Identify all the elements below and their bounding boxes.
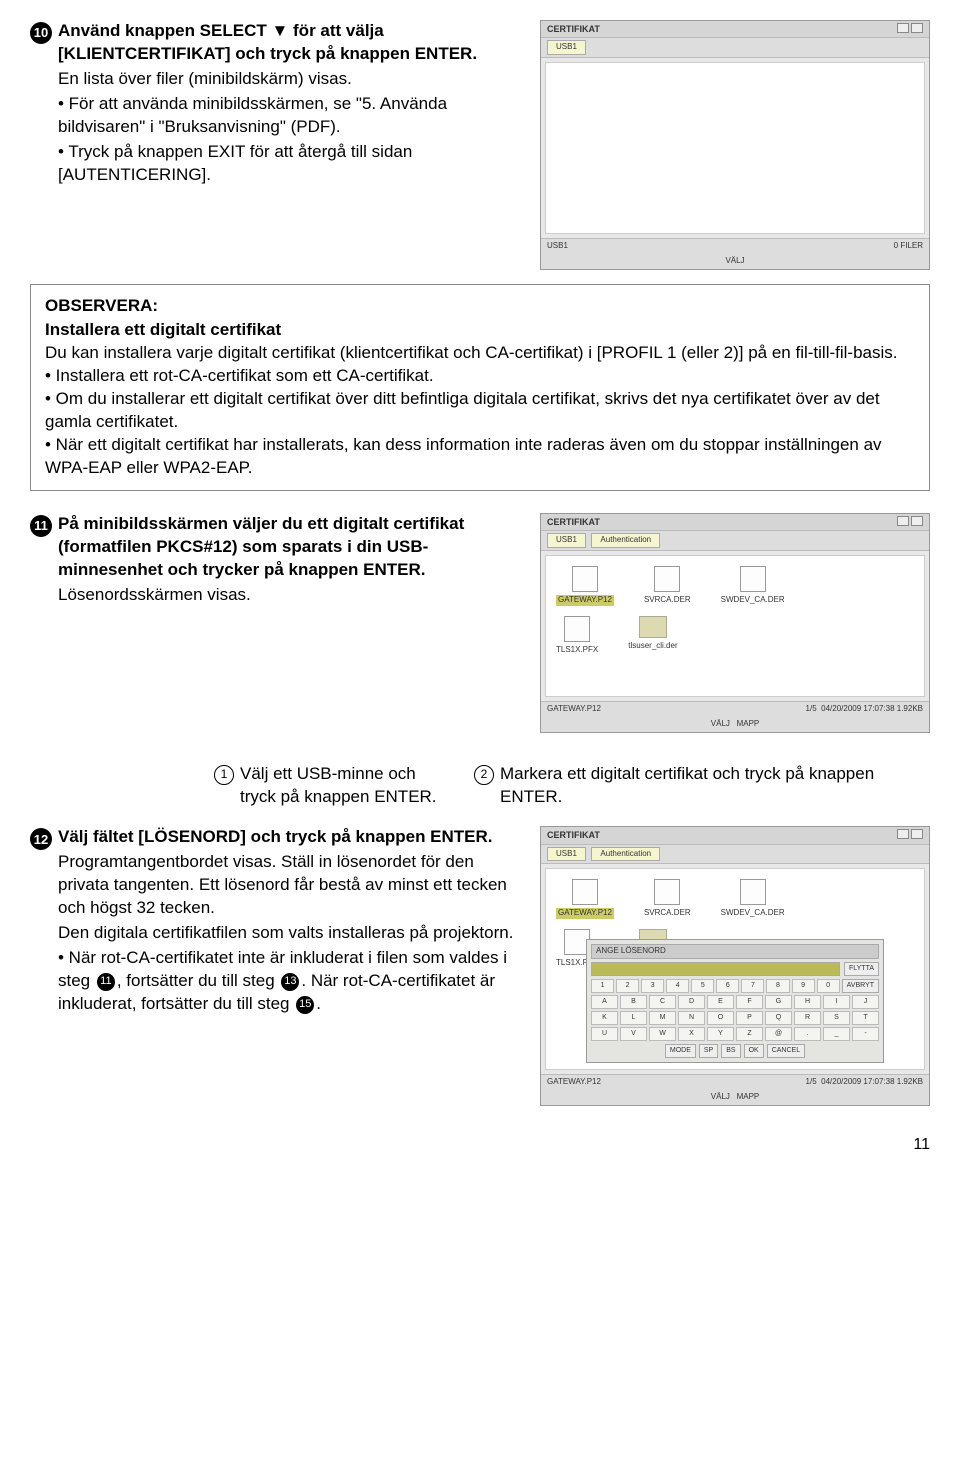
- bar-left-2: GATEWAY.P12: [547, 1077, 601, 1088]
- status-valj-2: VÄLJ: [711, 719, 730, 728]
- step-10-main: Använd knappen SELECT ▼ för att välja [K…: [58, 20, 520, 66]
- kbd-mode: MODE: [665, 1044, 696, 1057]
- bar-mid: 1/5: [806, 704, 817, 713]
- status-right: 0 FILER: [894, 241, 923, 252]
- window-title-3: CERTIFIKAT: [547, 829, 600, 841]
- step-11-sub: Lösenordsskärmen visas.: [58, 584, 520, 607]
- file-svrca: SVRCA.DER: [644, 566, 691, 606]
- caption-1-text: Välj ett USB-minne och tryck på knappen …: [240, 763, 444, 809]
- note-p1: Du kan installera varje digitalt certifi…: [45, 342, 915, 365]
- onscreen-keyboard: ANGE LÖSENORD FLYTTA 1234567890AVBRYT AB…: [586, 939, 884, 1062]
- kbd-sp: SP: [699, 1044, 718, 1057]
- note-title: OBSERVERA:: [45, 295, 915, 318]
- keyboard-title: ANGE LÖSENORD: [591, 944, 879, 959]
- step-number-12: 12: [30, 828, 52, 850]
- status-valj: VÄLJ: [541, 254, 929, 269]
- caption-1-num: 1: [214, 765, 234, 785]
- file-tls1x: TLS1X.PFX: [556, 616, 598, 656]
- step-number-11: 11: [30, 515, 52, 537]
- captions-row: 1 Välj ett USB-minne och tryck på knappe…: [30, 763, 930, 809]
- caption-1: 1 Välj ett USB-minne och tryck på knappe…: [214, 763, 444, 809]
- window-title-2: CERTIFIKAT: [547, 516, 600, 528]
- step-12-main: Välj fältet [LÖSENORD] och tryck på knap…: [58, 826, 520, 849]
- usb-tab-2: USB1: [547, 533, 586, 548]
- status-mapp-2: MAPP: [737, 1092, 760, 1101]
- step-10-bullet-2: • Tryck på knappen EXIT för att återgå t…: [58, 141, 520, 187]
- note-b1: • Installera ett rot-CA-certifikat som e…: [45, 365, 915, 388]
- screenshot-empty-file-list: CERTIFIKAT USB1 USB1 0 FILER VÄLJ: [540, 20, 930, 270]
- observera-note: OBSERVERA: Installera ett digitalt certi…: [30, 284, 930, 492]
- inline-ref-13: 13: [281, 973, 299, 991]
- bar-left: GATEWAY.P12: [547, 704, 601, 715]
- usb-tab: USB1: [547, 40, 586, 55]
- file-svrca-2: SVRCA.DER: [644, 879, 691, 919]
- file-tlsuser: tlsuser_cli.der: [628, 616, 677, 656]
- bar-mid-2: 1/5: [806, 1077, 817, 1086]
- file-gateway: GATEWAY.P12: [556, 566, 614, 606]
- step-12-p2: Den digitala certifikatfilen som valts i…: [58, 922, 520, 945]
- status-mapp: MAPP: [737, 719, 760, 728]
- page-number: 11: [30, 1134, 930, 1156]
- step-12-p1: Programtangentbordet visas. Ställ in lös…: [58, 851, 520, 920]
- kbd-avbryt: AVBRYT: [842, 979, 879, 993]
- status-left: USB1: [547, 241, 568, 252]
- note-b3: • När ett digitalt certifikat har instal…: [45, 434, 915, 480]
- status-valj-3: VÄLJ: [711, 1092, 730, 1101]
- caption-2-num: 2: [474, 765, 494, 785]
- step-number-10: 10: [30, 22, 52, 44]
- step-12-goto: • När rot-CA-certifikatet inte är inklud…: [58, 947, 520, 1016]
- note-subtitle: Installera ett digitalt certifikat: [45, 319, 915, 342]
- auth-tab: Authentication: [591, 533, 660, 548]
- kbd-cancel: CANCEL: [767, 1044, 805, 1057]
- inline-ref-11: 11: [97, 973, 115, 991]
- screenshot-file-list: CERTIFIKAT USB1 Authentication GATEWAY.P…: [540, 513, 930, 733]
- step-10-sub: En lista över filer (minibildskärm) visa…: [58, 68, 520, 91]
- step-10: 10 Använd knappen SELECT ▼ för att välja…: [30, 20, 520, 187]
- step-11: 11 På minibildsskärmen väljer du ett dig…: [30, 513, 520, 607]
- caption-2-text: Markera ett digitalt certifikat och tryc…: [500, 763, 930, 809]
- kbd-ok: OK: [744, 1044, 764, 1057]
- file-swdev: SWDEV_CA.DER: [721, 566, 785, 606]
- caption-2: 2 Markera ett digitalt certifikat och tr…: [474, 763, 930, 809]
- note-b2: • Om du installerar ett digitalt certifi…: [45, 388, 915, 434]
- inline-ref-15: 15: [296, 996, 314, 1014]
- step-12: 12 Välj fältet [LÖSENORD] och tryck på k…: [30, 826, 520, 1016]
- kbd-flytta: FLYTTA: [844, 962, 879, 976]
- usb-tab-3: USB1: [547, 847, 586, 862]
- step-11-main: På minibildsskärmen väljer du ett digita…: [58, 513, 520, 582]
- step-10-bullet-1: • För att använda minibildsskärmen, se "…: [58, 93, 520, 139]
- screenshot-keyboard: CERTIFIKAT USB1 Authentication GATEWAY.P…: [540, 826, 930, 1106]
- file-swdev-2: SWDEV_CA.DER: [721, 879, 785, 919]
- file-gateway-2: GATEWAY.P12: [556, 879, 614, 919]
- auth-tab-2: Authentication: [591, 847, 660, 862]
- bar-right-2: 04/20/2009 17:07:38 1.92KB: [821, 1077, 923, 1086]
- kbd-bs: BS: [721, 1044, 740, 1057]
- window-title: CERTIFIKAT: [547, 23, 600, 35]
- bar-right: 04/20/2009 17:07:38 1.92KB: [821, 704, 923, 713]
